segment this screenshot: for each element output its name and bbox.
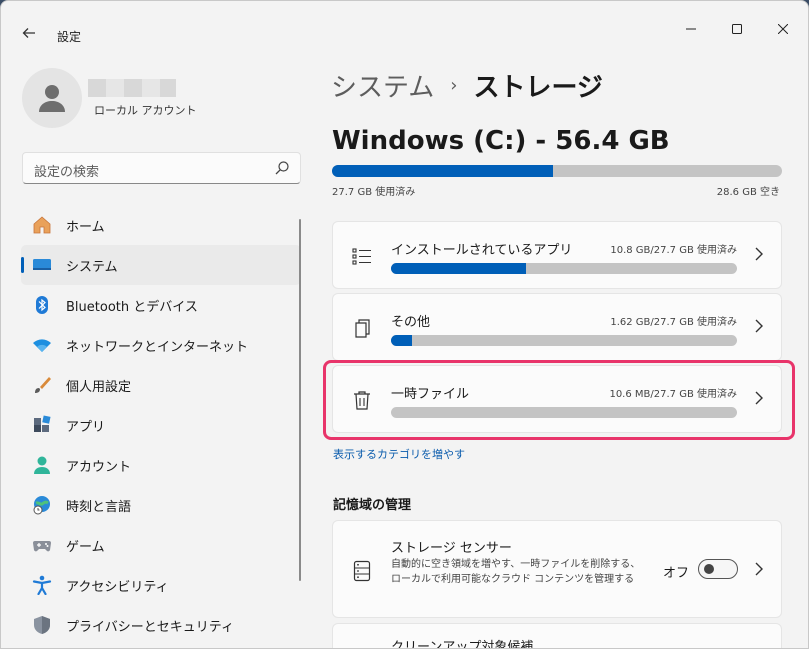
storage-sense-icon — [353, 560, 371, 582]
toggle-knob — [704, 564, 714, 574]
highlight-annotation — [323, 360, 795, 440]
storage-sense-description: 自動的に空き領域を増やす、一時ファイルを削除する、ローカルで利用可能なクラウド … — [391, 559, 641, 585]
wifi-icon — [32, 335, 52, 355]
sidebar-item-label: アクセシビリティ — [66, 579, 169, 595]
section-heading-storage-management: 記憶域の管理 — [333, 498, 412, 513]
maximize-button[interactable] — [714, 15, 760, 43]
sidebar-nav: ホーム システム Bluetooth とデバイス ネットワークとインターネット … — [21, 205, 301, 645]
sidebar-item-label: アプリ — [66, 419, 106, 435]
page-title: ストレージ — [473, 73, 603, 103]
category-usage-bar — [391, 263, 737, 274]
category-title: インストールされているアプリ — [391, 243, 573, 258]
system-icon — [32, 255, 52, 275]
shield-icon — [32, 615, 52, 635]
category-usage-fill — [391, 263, 526, 274]
close-icon — [778, 24, 788, 34]
sidebar-item-label: ホーム — [66, 219, 105, 235]
sidebar-item-label: Bluetooth とデバイス — [66, 299, 198, 315]
minimize-button[interactable] — [668, 15, 714, 43]
breadcrumb-parent[interactable]: システム — [331, 67, 434, 104]
chevron-right-icon — [755, 319, 763, 333]
category-usage: 10.8 GB/27.7 GB 使用済み — [610, 245, 737, 256]
sidebar-item-network[interactable]: ネットワークとインターネット — [21, 325, 301, 365]
chevron-right-icon — [755, 247, 763, 261]
category-usage-bar — [391, 335, 737, 346]
storage-sense-title: ストレージ センサー — [391, 541, 512, 556]
category-usage: 1.62 GB/27.7 GB 使用済み — [610, 317, 737, 328]
sidebar-item-privacy[interactable]: プライバシーとセキュリティ — [21, 605, 301, 645]
maximize-icon — [732, 24, 742, 34]
sidebar-item-accounts[interactable]: アカウント — [21, 445, 301, 485]
back-button[interactable] — [15, 19, 43, 47]
account-type: ローカル アカウント — [94, 104, 197, 117]
sidebar-item-label: システム — [66, 259, 118, 275]
category-title: その他 — [391, 315, 431, 330]
drive-free-label: 28.6 GB 空き — [716, 187, 780, 198]
globe-clock-icon — [32, 495, 52, 515]
chevron-right-icon — [755, 562, 763, 576]
sidebar-item-label: 個人用設定 — [66, 379, 132, 395]
home-icon — [32, 215, 52, 235]
sidebar-item-label: アカウント — [66, 459, 132, 475]
apps-icon — [32, 415, 52, 435]
sidebar-scrollbar[interactable] — [299, 219, 301, 581]
drive-used-label: 27.7 GB 使用済み — [332, 187, 416, 198]
close-button[interactable] — [760, 15, 806, 43]
search-input[interactable]: 設定の検索 — [22, 152, 301, 184]
app-list-icon — [352, 248, 371, 265]
sidebar-item-gaming[interactable]: ゲーム — [21, 525, 301, 565]
breadcrumb: システム › ストレージ — [331, 67, 603, 104]
breadcrumb-separator: › — [450, 75, 458, 96]
document-stack-icon — [355, 319, 370, 338]
arrow-left-icon — [22, 28, 35, 38]
app-title: 設定 — [57, 30, 82, 44]
gamepad-icon — [32, 535, 52, 555]
category-usage-fill — [391, 335, 412, 346]
storage-sense-card[interactable]: ストレージ センサー 自動的に空き領域を増やす、一時ファイルを削除する、ローカル… — [332, 520, 782, 618]
profile-name-redacted — [88, 79, 176, 97]
bluetooth-icon — [32, 295, 52, 315]
drive-usage-bar — [332, 165, 782, 177]
sidebar-item-personalization[interactable]: 個人用設定 — [21, 365, 301, 405]
drive-usage-fill — [332, 165, 553, 177]
settings-window: 設定 ローカル アカウント 設定の検索 ホーム システム Bluetooth と… — [0, 0, 809, 649]
minimize-icon — [686, 28, 696, 30]
drive-title: Windows (C:) - 56.4 GB — [332, 126, 670, 156]
sidebar-item-label: 時刻と言語 — [66, 499, 132, 515]
title-bar: 設定 — [1, 1, 808, 49]
show-more-categories-link[interactable]: 表示するカテゴリを増やす — [333, 446, 465, 462]
sidebar-item-home[interactable]: ホーム — [21, 205, 301, 245]
avatar[interactable] — [22, 68, 82, 128]
sidebar-item-label: ネットワークとインターネット — [66, 339, 249, 355]
toggle-state-label: オフ — [663, 566, 690, 581]
user-icon — [39, 85, 65, 112]
brush-icon — [32, 375, 52, 395]
cleanup-recommendations-card[interactable]: クリーンアップ対象候補 — [332, 623, 782, 649]
storage-category-other[interactable]: その他 1.62 GB/27.7 GB 使用済み — [332, 293, 782, 361]
search-placeholder: 設定の検索 — [34, 165, 100, 180]
storage-category-installed-apps[interactable]: インストールされているアプリ 10.8 GB/27.7 GB 使用済み — [332, 221, 782, 289]
sidebar-item-label: プライバシーとセキュリティ — [66, 619, 234, 635]
sidebar-item-time-language[interactable]: 時刻と言語 — [21, 485, 301, 525]
sidebar-item-label: ゲーム — [66, 539, 105, 555]
account-icon — [32, 455, 52, 475]
cleanup-recommendations-title: クリーンアップ対象候補 — [391, 640, 534, 649]
accessibility-icon — [32, 575, 52, 595]
sidebar-item-bluetooth[interactable]: Bluetooth とデバイス — [21, 285, 301, 325]
sidebar-item-apps[interactable]: アプリ — [21, 405, 301, 445]
storage-sense-toggle[interactable] — [698, 559, 738, 579]
search-icon — [275, 161, 289, 175]
sidebar-item-accessibility[interactable]: アクセシビリティ — [21, 565, 301, 605]
sidebar-item-system[interactable]: システム — [21, 245, 301, 285]
